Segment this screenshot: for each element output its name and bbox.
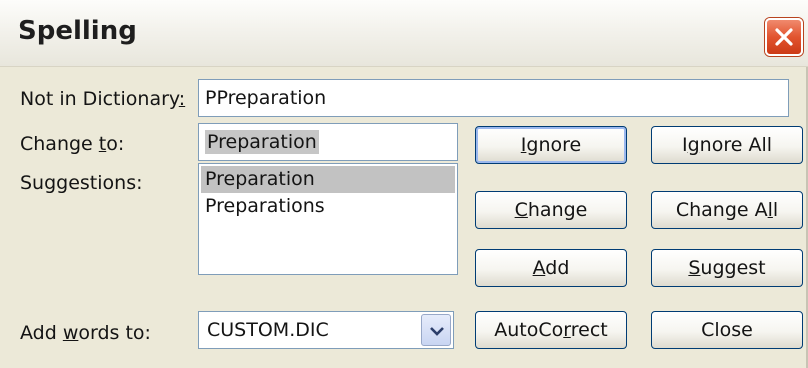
change-button[interactable]: Change xyxy=(475,191,627,229)
add-words-to-dropdown[interactable]: CUSTOM.DIC xyxy=(198,311,454,349)
add-words-to-value: CUSTOM.DIC xyxy=(207,319,329,341)
suggestion-item[interactable]: Preparations xyxy=(199,193,457,220)
spelling-dialog: Spelling Not in Dictionary: PPreparation… xyxy=(0,0,808,368)
suggestion-item[interactable]: Preparation xyxy=(201,166,455,193)
suggestions-label: Suggestions: xyxy=(20,172,143,194)
change-to-value: Preparation xyxy=(205,130,319,154)
ignore-all-button[interactable]: Ignore All xyxy=(651,126,803,164)
title-bar[interactable]: Spelling xyxy=(0,0,808,67)
change-to-label: Change to: xyxy=(20,133,125,155)
dropdown-arrow-button[interactable] xyxy=(421,314,451,346)
close-icon xyxy=(775,28,793,46)
not-in-dictionary-value: PPreparation xyxy=(205,87,327,109)
change-to-field[interactable]: Preparation xyxy=(198,123,458,161)
close-window-button[interactable] xyxy=(765,18,803,56)
not-in-dictionary-field[interactable]: PPreparation xyxy=(198,79,789,117)
not-in-dictionary-label: Not in Dictionary: xyxy=(20,88,186,110)
autocorrect-button[interactable]: AutoCorrect xyxy=(475,311,627,349)
add-words-to-label: Add words to: xyxy=(20,322,151,344)
ignore-button[interactable]: Ignore xyxy=(475,126,627,164)
add-button[interactable]: Add xyxy=(475,249,627,287)
window-title: Spelling xyxy=(18,16,137,46)
close-button[interactable]: Close xyxy=(651,311,803,349)
chevron-down-icon xyxy=(430,327,444,336)
change-all-button[interactable]: Change All xyxy=(651,191,803,229)
suggestions-list[interactable]: Preparation Preparations xyxy=(198,163,458,275)
suggest-button[interactable]: Suggest xyxy=(651,249,803,287)
